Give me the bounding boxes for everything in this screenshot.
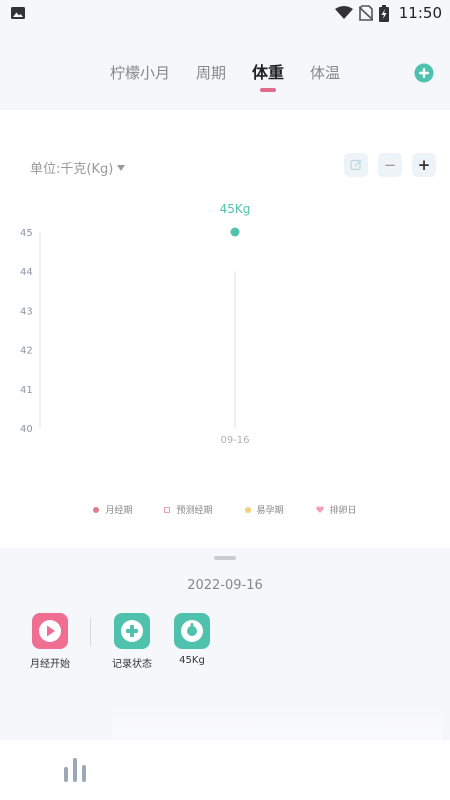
record-status-label: 记录状态 [112,659,152,670]
wifi-icon [334,6,353,19]
data-point [230,227,240,237]
period-start-label: 月经开始 [30,659,70,670]
drag-handle[interactable] [214,556,236,560]
legend-label: 预测经期 [176,506,213,516]
data-label: 45Kg [220,202,251,216]
y-tick-label: 41 [20,385,33,396]
edit-icon [350,159,362,171]
unit-label: 单位:千克(Kg) [30,162,114,177]
play-icon [39,620,61,642]
chart-legend: 月经期 预测经期 易孕期 排卵日 [0,503,450,516]
tab-temperature[interactable]: 体温 [310,62,340,92]
battery-charging-icon [378,4,389,22]
weight-chart: 45 44 43 42 41 40 09-16 45Kg [20,202,251,446]
plus-circle-icon [121,620,143,642]
legend-item: 排卵日 [315,503,357,516]
weight-action[interactable]: 45Kg [162,613,222,666]
statistics-icon[interactable] [63,757,87,783]
legend-item: 易孕期 [244,503,284,516]
bottom-navigation [0,740,450,800]
tab-lemon-moon[interactable]: 柠檬小月 [110,62,170,92]
legend-dot [93,506,100,513]
status-bar: 11:50 [0,0,450,26]
heart-icon [315,506,324,513]
record-status-button[interactable] [114,613,150,649]
y-tick-label: 42 [20,346,33,357]
legend-item: 预测经期 [164,503,213,516]
y-tick-label: 44 [20,267,33,278]
y-tick-label: 43 [20,306,33,317]
tab-weight[interactable]: 体重 [252,62,284,92]
unit-selector[interactable]: 单位:千克(Kg) [30,158,126,177]
tab-cycle[interactable]: 周期 [196,62,226,92]
scale-icon [181,620,203,642]
period-start-button[interactable] [32,613,68,649]
weight-button[interactable] [174,613,210,649]
add-circle-icon[interactable] [414,63,434,83]
weight-panel: 单位:千克(Kg) − + 45 44 43 42 41 40 09-16 45Kg 月经期 … [0,110,450,548]
zoom-in-button[interactable]: + [412,153,436,177]
top-tabs: 柠檬小月 周期 体重 体温 [0,62,450,92]
weight-value-label: 45Kg [179,655,205,666]
action-divider [90,618,91,646]
image-icon [11,7,25,19]
period-start-action[interactable]: 月经开始 [20,613,80,670]
selected-date: 2022-09-16 [187,578,263,593]
legend-dot [164,506,171,513]
y-tick-label: 40 [20,424,33,435]
legend-label: 易孕期 [256,506,284,516]
status-icons: 11:50 [334,3,442,23]
legend-label: 排卵日 [329,506,357,516]
legend-item: 月经期 [93,503,132,516]
legend-dot [244,506,251,513]
status-time: 11:50 [398,4,442,22]
no-sim-icon [358,5,373,21]
x-tick-label: 09-16 [220,435,249,446]
y-tick-label: 45 [20,228,33,239]
zoom-out-button[interactable]: − [378,153,402,177]
legend-label: 月经期 [105,506,133,516]
dropdown-arrow-icon [117,164,126,171]
edit-button[interactable] [344,153,368,177]
record-status-action[interactable]: 记录状态 [102,613,162,670]
